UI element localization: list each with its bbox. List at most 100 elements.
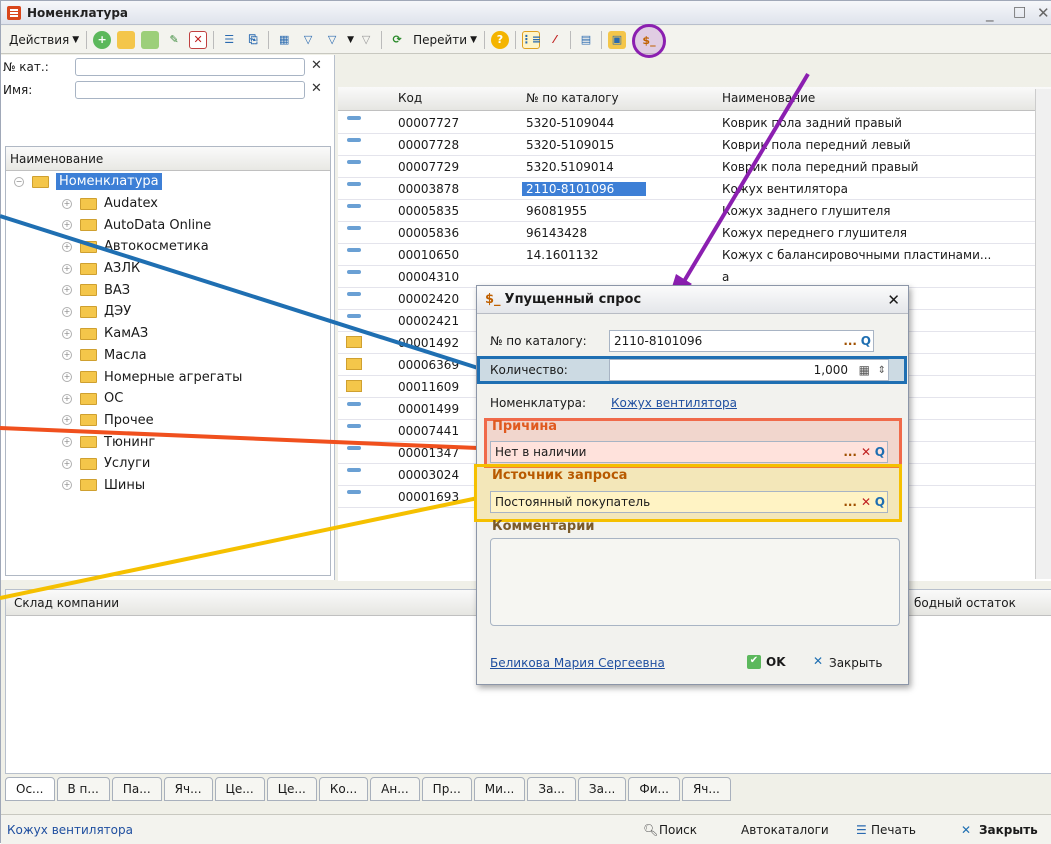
expand-icon[interactable]: + (62, 198, 72, 209)
expand-icon[interactable]: + (62, 306, 72, 317)
clear-filter-icon[interactable]: ▽ (357, 31, 375, 49)
tree-item[interactable]: + Audatex (6, 193, 330, 215)
copy-icon[interactable] (141, 30, 160, 49)
edit-icon[interactable]: ✎ (165, 31, 183, 49)
actions-menu[interactable]: Действия ▼ (5, 29, 83, 51)
author-link[interactable]: Беликова Мария Сергеевна (490, 656, 665, 670)
tree-item[interactable]: + АЗЛК (6, 258, 330, 280)
ellipsis-button[interactable]: ... (843, 495, 857, 509)
dialog-close-icon[interactable]: ✕ (887, 291, 900, 309)
close-form-button[interactable]: Закрыть (979, 823, 1038, 837)
expand-icon[interactable]: + (62, 328, 72, 339)
lost-demand-icon[interactable]: $_ (632, 23, 666, 58)
close-window-button[interactable]: ✕ (1037, 4, 1050, 22)
expand-icon[interactable]: + (62, 285, 72, 296)
table-row[interactable]: 00007728 5320-5109015 Коврик пола передний… (338, 134, 1051, 156)
tree-item[interactable]: + Прочее (6, 410, 330, 432)
expand-icon[interactable]: + (62, 458, 72, 469)
reason-field[interactable]: Нет в наличии ... ✕ Q (490, 441, 888, 463)
tab[interactable]: В п... (56, 777, 110, 801)
minimize-button[interactable]: _ (986, 4, 994, 22)
tree-item[interactable]: + ДЭУ (6, 301, 330, 323)
table-row[interactable]: 00005835 96081955 Кожух заднего глушителя (338, 200, 1051, 222)
tab[interactable]: Ми... (473, 777, 526, 801)
name-filter-input[interactable] (75, 81, 305, 99)
documents-icon[interactable]: ▣ (608, 30, 626, 49)
column-catalog-number[interactable]: № по каталогу (526, 91, 619, 105)
tree-mode-icon[interactable]: ⋮≡ (521, 30, 541, 49)
column-code[interactable]: Код (398, 91, 422, 105)
tree-root[interactable]: − Номенклатура (6, 171, 330, 193)
tab[interactable]: Яч... (163, 777, 213, 801)
clear-icon[interactable]: ✕ (861, 445, 871, 459)
table-row[interactable]: 00010650 14.1601132 Кожух с балансировочны… (338, 244, 1051, 266)
expand-icon[interactable]: + (62, 350, 72, 361)
add-folder-icon[interactable] (117, 30, 136, 49)
delete-icon[interactable]: ✕ (189, 30, 208, 49)
tree-item[interactable]: + Тюнинг (6, 431, 330, 453)
expand-icon[interactable]: + (62, 241, 72, 252)
column-name[interactable]: Наименование (722, 91, 815, 105)
tab[interactable]: Яч... (681, 777, 731, 801)
help-icon[interactable]: ? (491, 30, 509, 49)
dialog-close-button[interactable]: Закрыть (829, 656, 882, 670)
search-icon[interactable]: Q (875, 495, 885, 509)
search-icon[interactable]: Q (875, 445, 885, 459)
tab[interactable]: Па... (111, 777, 162, 801)
tab[interactable]: Ко... (318, 777, 369, 801)
expand-icon[interactable]: + (62, 393, 72, 404)
tree-item[interactable]: + Шины (6, 475, 330, 497)
add-icon[interactable]: + (93, 30, 112, 49)
tab[interactable]: За... (527, 777, 576, 801)
goto-menu[interactable]: Перейти ▼ (409, 29, 481, 51)
ellipsis-button[interactable]: ... (843, 445, 857, 459)
list-settings-icon[interactable]: ▤ (577, 31, 595, 49)
filter-settings-icon[interactable]: ▦ (275, 31, 293, 49)
hierarchy-icon[interactable]: ☰ (220, 31, 238, 49)
collapse-icon[interactable]: − (14, 176, 24, 187)
clear-catalog-filter-button[interactable]: ✕ (311, 58, 322, 73)
table-row[interactable]: 00005836 96143428 Кожух переднего глушител… (338, 222, 1051, 244)
filter-history-icon[interactable]: ▽ (323, 31, 341, 49)
tab[interactable]: Це... (266, 777, 317, 801)
autocatalogs-button[interactable]: Автокаталоги (741, 823, 829, 837)
move-to-group-icon[interactable]: ⎘ (244, 31, 262, 49)
maximize-button[interactable]: □ (1013, 4, 1026, 20)
expand-icon[interactable]: + (62, 372, 72, 383)
quantity-field[interactable]: 1,000 ▦ ⇕ (609, 359, 889, 381)
grid-scrollbar[interactable] (1035, 89, 1051, 579)
clear-name-filter-button[interactable]: ✕ (311, 81, 322, 96)
tab[interactable]: Пр... (421, 777, 472, 801)
ok-button[interactable]: OK (766, 655, 786, 669)
expand-icon[interactable]: + (62, 263, 72, 274)
table-row[interactable]: 00007729 5320.5109014 Коврик пола передний… (338, 156, 1051, 178)
source-field[interactable]: Постоянный покупатель ... ✕ Q (490, 491, 888, 513)
tab[interactable]: Ан... (370, 777, 420, 801)
catalog-number-field[interactable]: 2110-8101096 ... Q (609, 330, 874, 352)
subordinate-icon[interactable]: ⁄ (546, 31, 564, 49)
expand-icon[interactable]: + (62, 220, 72, 231)
clear-icon[interactable]: ✕ (861, 495, 871, 509)
search-icon[interactable]: Q (861, 334, 871, 348)
chevron-down-icon[interactable]: ▼ (347, 35, 354, 45)
table-row[interactable]: 00007727 5320-5109044 Коврик пола задний п… (338, 112, 1051, 134)
tree-item[interactable]: + Услуги (6, 453, 330, 475)
tree-item[interactable]: + Номерные агрегаты (6, 366, 330, 388)
ellipsis-button[interactable]: ... (843, 334, 857, 348)
nomenclature-link[interactable]: Кожух вентилятора (611, 396, 737, 410)
tab[interactable]: Фи... (628, 777, 680, 801)
spin-icon[interactable]: ⇕ (878, 365, 886, 376)
search-button[interactable]: Поиск (659, 823, 697, 837)
tree-item[interactable]: + КамАЗ (6, 323, 330, 345)
tab[interactable]: Ос... (5, 777, 55, 801)
tree-item[interactable]: + AutoData Online (6, 214, 330, 236)
tab[interactable]: Це... (214, 777, 265, 801)
expand-icon[interactable]: + (62, 437, 72, 448)
expand-icon[interactable]: + (62, 415, 72, 426)
print-button[interactable]: Печать (871, 823, 916, 837)
comment-textarea[interactable] (490, 538, 900, 626)
refresh-icon[interactable]: ⟳ (388, 31, 406, 49)
expand-icon[interactable]: + (62, 480, 72, 491)
table-row[interactable]: 00003878 2110-8101096 Кожух вентилятора (338, 178, 1051, 200)
tree-item[interactable]: + Масла (6, 345, 330, 367)
